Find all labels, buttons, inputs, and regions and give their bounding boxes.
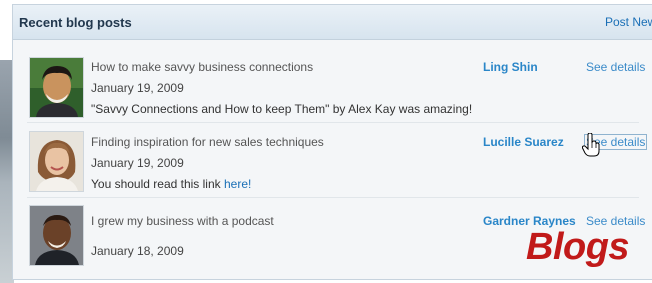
post-title[interactable]: I grew my business with a podcast <box>91 214 274 228</box>
post-title[interactable]: How to make savvy business connections <box>91 60 313 74</box>
row-divider <box>27 122 639 123</box>
post-author[interactable]: Lucille Suarez <box>483 135 564 149</box>
comment-link[interactable]: here! <box>224 177 251 191</box>
avatar-lucille-suarez[interactable] <box>29 131 84 192</box>
see-details-link[interactable]: See details <box>586 60 645 74</box>
panel-title: Recent blog posts <box>19 15 132 30</box>
hand-pointer-icon <box>582 133 600 157</box>
post-date: January 19, 2009 <box>91 81 184 95</box>
row-divider <box>27 197 639 198</box>
post-title[interactable]: Finding inspiration for new sales techni… <box>91 135 324 149</box>
avatar-ling-shin[interactable] <box>29 57 84 118</box>
comment-text: You should read this link <box>91 177 224 191</box>
avatar-man-icon <box>30 206 83 265</box>
avatar-man-icon <box>30 58 83 117</box>
avatar-woman-icon <box>30 132 83 191</box>
post-comment: "Savvy Connections and How to keep Them"… <box>91 102 473 116</box>
post-author[interactable]: Ling Shin <box>483 60 538 74</box>
post-comment: You should read this link here! <box>91 177 251 191</box>
post-date: January 19, 2009 <box>91 156 184 170</box>
post-date: January 18, 2009 <box>91 244 184 258</box>
avatar-gardner-raynes[interactable] <box>29 205 84 266</box>
blogs-watermark: Blogs <box>526 226 630 268</box>
panel-header: Recent blog posts Post New <box>13 5 652 40</box>
post-new-link[interactable]: Post New <box>605 15 652 29</box>
